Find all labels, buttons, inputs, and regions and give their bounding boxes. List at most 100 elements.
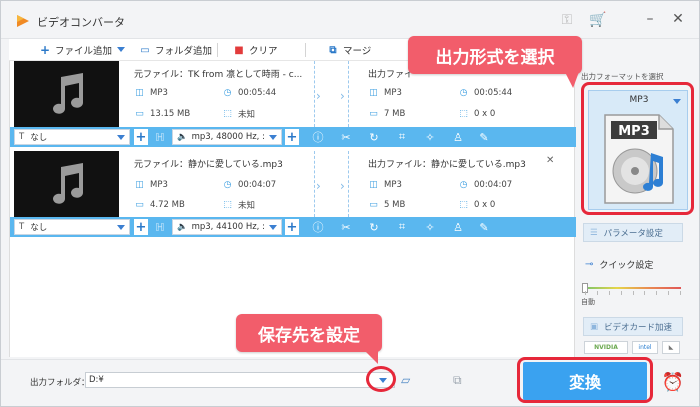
list-item[interactable]: 元ファイル：静かに愛している.mp3 ◫ MP3 ◷ 00:04:07 ▭ 4.72 …: [10, 151, 576, 217]
cut-icon[interactable]: ✂: [338, 129, 354, 145]
crop-icon[interactable]: ⌗: [394, 219, 410, 235]
output-folder-field[interactable]: D:¥: [85, 372, 395, 388]
add-file-button[interactable]: + ファイル追加: [39, 42, 112, 58]
text-icon: T: [19, 222, 25, 232]
edit-icon[interactable]: ✎: [476, 219, 492, 235]
output-file-name: 出力ファイ: [368, 70, 414, 80]
rotate-icon[interactable]: ↻: [366, 129, 382, 145]
amd-badge: ◣: [662, 341, 680, 354]
clear-label: クリア: [249, 46, 278, 57]
source-file-name: 元ファイル：TK from 凛として時雨 - c...: [134, 70, 303, 80]
output-format: ◫ MP3: [369, 179, 402, 190]
toolbar-divider: [217, 43, 218, 57]
crop-icon[interactable]: ⌗: [394, 129, 410, 145]
chevron-down-icon: [269, 135, 277, 140]
quick-settings-icon: ⊸: [585, 259, 594, 270]
merge-label: マージ: [343, 46, 372, 57]
add-audio-button[interactable]: +: [285, 219, 299, 235]
edit-icon[interactable]: ✎: [476, 129, 492, 145]
trash-icon: ■: [234, 44, 244, 56]
merge-icon: ⧉: [329, 44, 337, 56]
clock-icon: ◷: [459, 179, 468, 190]
output-duration: ◷ 00:04:07: [459, 179, 513, 190]
file-list: 元ファイル：TK from 凛として時雨 - c... ◫ MP3 ◷ 00:05:…: [9, 61, 576, 357]
divider: [314, 61, 315, 127]
stamp-icon[interactable]: ♙: [450, 129, 466, 145]
audio-track-select[interactable]: 🔈 mp3, 44100 Hz, :: [172, 219, 282, 235]
cart-icon[interactable]: 🛒: [589, 11, 607, 29]
file-size-icon: ▭: [135, 199, 144, 210]
subtitle-select[interactable]: T なし: [14, 219, 130, 235]
nvidia-badge: NVIDIA: [584, 341, 628, 354]
text-icon: T: [19, 132, 25, 142]
resolution-icon: ⬚: [223, 200, 232, 210]
resolution-icon: ⬚: [223, 109, 232, 119]
effect-wand-icon[interactable]: ✧: [422, 129, 438, 145]
effect-wand-icon[interactable]: ✧: [422, 219, 438, 235]
add-file-dropdown-icon[interactable]: [117, 47, 125, 52]
merge-files-icon[interactable]: ⧉: [453, 373, 471, 387]
sliders-icon: ☰: [590, 227, 598, 238]
source-duration: ◷ 00:05:44: [223, 87, 277, 98]
source-size: ▭ 13.15 MB: [135, 108, 191, 119]
add-audio-button[interactable]: +: [285, 129, 299, 145]
audio-track-select[interactable]: 🔈 mp3, 48000 Hz, :: [172, 129, 282, 145]
toolbar-divider: [305, 43, 306, 57]
gpu-acceleration-button[interactable]: ▣ ビデオカード加速: [583, 317, 683, 336]
info-icon[interactable]: ⓘ: [310, 219, 326, 235]
close-button[interactable]: ✕: [669, 10, 687, 28]
gpu-badges: NVIDIA intel ◣: [584, 341, 682, 355]
cut-icon[interactable]: ✂: [338, 219, 354, 235]
file-control-bar: T なし + ℍ 🔈 mp3, 44100 Hz, : + ⓘ ✂ ↻ ⌗ ✧ …: [10, 217, 576, 237]
minimize-button[interactable]: –: [641, 10, 659, 28]
chip-icon: ▣: [590, 321, 599, 332]
quick-settings: ⊸ クイック設定: [585, 259, 654, 271]
merge-button[interactable]: ⧉ マージ: [327, 42, 371, 58]
chevron-down-icon: [117, 135, 125, 140]
format-icon: ◫: [369, 87, 378, 98]
format-icon: ◫: [369, 179, 378, 190]
divider: [314, 151, 315, 217]
output-folder-label: 出力フォルダ：: [30, 378, 90, 388]
resolution-icon: ⬚: [459, 108, 468, 119]
watermark-icon[interactable]: ℍ: [152, 219, 168, 235]
audio-thumbnail: [14, 61, 119, 127]
add-subtitle-button[interactable]: +: [134, 219, 148, 235]
divider: [348, 61, 349, 127]
source-format: ◫ MP3: [135, 87, 168, 98]
app-title: ビデオコンバータ: [37, 16, 125, 29]
info-icon[interactable]: ⓘ: [310, 129, 326, 145]
add-folder-button[interactable]: ▭ フォルダ追加: [139, 42, 212, 58]
watermark-icon[interactable]: ℍ: [152, 129, 168, 145]
add-folder-label: フォルダ追加: [155, 46, 213, 57]
parameter-settings-button[interactable]: ☰ パラメータ設定: [583, 223, 683, 242]
stamp-icon[interactable]: ♙: [450, 219, 466, 235]
plus-icon: +: [39, 43, 51, 57]
clock-icon: ◷: [223, 87, 232, 98]
remove-file-icon[interactable]: ✕: [546, 155, 554, 166]
callout-destination: 保存先を設定: [236, 314, 382, 352]
add-file-label: ファイル追加: [55, 46, 113, 57]
quality-slider[interactable]: [585, 287, 681, 289]
intel-badge: intel: [632, 341, 658, 354]
add-subtitle-button[interactable]: +: [134, 129, 148, 145]
destination-highlight-ring: [366, 366, 396, 392]
file-control-bar: T なし + ℍ 🔈 mp3, 48000 Hz, : + ⓘ ✂ ↻ ⌗ ✧ …: [10, 127, 576, 147]
chevron-down-icon: [117, 225, 125, 230]
chevron-right-icon: ›: [340, 89, 345, 103]
rotate-icon[interactable]: ↻: [366, 219, 382, 235]
output-format: ◫ MP3: [369, 87, 402, 98]
clock-icon: ◷: [459, 87, 468, 98]
clear-button[interactable]: ■ クリア: [233, 42, 278, 58]
chevron-right-icon: ›: [316, 179, 321, 193]
alarm-clock-icon[interactable]: ⏰: [661, 370, 685, 394]
key-icon[interactable]: ⚿: [558, 11, 576, 29]
speaker-icon: 🔈: [177, 132, 188, 142]
callout-format: 出力形式を選択: [408, 36, 582, 74]
speaker-icon: 🔈: [177, 222, 188, 232]
output-size: ▭ 7 MB: [369, 108, 406, 119]
source-format: ◫ MP3: [135, 179, 168, 190]
source-size: ▭ 4.72 MB: [135, 199, 185, 210]
open-folder-icon[interactable]: ▱: [401, 373, 417, 387]
subtitle-select[interactable]: T なし: [14, 129, 130, 145]
